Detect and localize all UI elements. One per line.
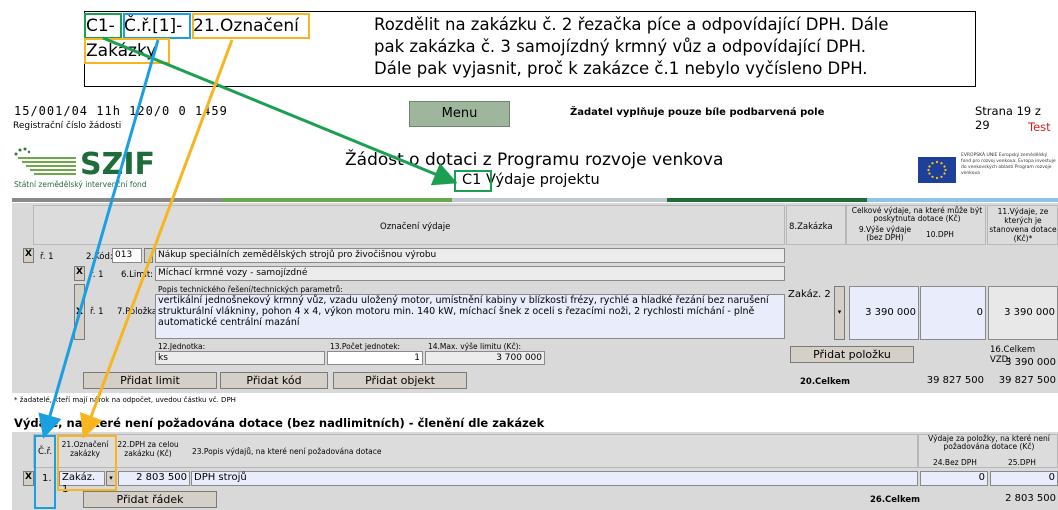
annotation-tag-c1: C1- [86,16,115,36]
limit-label: 6.Limit: [121,270,154,280]
add-item-button[interactable]: Přidat položku [790,346,914,363]
add-object-button[interactable]: Přidat objekt [333,372,467,389]
szif-logo-text: SZIF [80,147,156,182]
celkem26-label: 26.Celkem [870,495,921,505]
row-number: ř. 1 [40,252,54,262]
registration-label: Registrační číslo žádosti [13,121,122,131]
delete-row-button[interactable]: X [23,248,34,263]
celkem20-value-b: 39 827 500 [998,375,1056,386]
annotation-tag-zakazky: Zakázky [86,41,157,61]
delete-row-button[interactable]: X [23,471,34,486]
col-24-header: 24.Bez DPH [933,458,977,467]
add-limit-button[interactable]: Přidat limit [83,372,217,389]
col-25-header: 25.DPH [1008,458,1036,467]
bez-dph-input[interactable]: 0 [920,471,988,486]
test-label: Test [1028,120,1051,134]
szif-subtitle: Státní zemědělský intervenční fond [14,180,147,189]
col-21-header: 21.Označení zakázky [61,440,109,458]
annotation-note-line: Dále pak vyjasnit, proč k zakázce č.1 ne… [374,59,868,78]
polozka-label: 7.Položka [117,307,158,317]
annotation-tag-cr: Č.ř.[1]- [124,16,183,36]
tech-description-input[interactable]: vertikální jednošnekový krmný vůz, vzadu… [155,294,785,339]
popis-input[interactable]: DPH strojů [191,471,918,486]
col-22-header: 22.DPH za celou zakázku (Kč) [117,440,179,458]
kod-description: Nákup speciálních zemědělských strojů pr… [155,248,785,263]
col-11-header: 11.Výdaje, ze kterých je stanovena dotac… [989,207,1057,243]
col-oznaceni-header: Označení výdaje [380,222,451,232]
col-zakazka-header: 8.Zakázka [789,222,833,232]
row-number: ř. 1 [90,307,104,317]
vyse-input[interactable]: 3 390 000 [849,286,919,340]
color-band [12,198,1058,202]
row-number: ř. 1 [90,270,104,280]
eu-flag-icon [918,157,956,183]
col-cr-header: Č.ř. [38,447,53,457]
zakazka-dropdown-button[interactable]: ▾ [834,286,845,340]
page-subtitle: C1 Výdaje projektu [462,172,600,188]
col-celkove-header: Celkové výdaje, na které může být poskyt… [851,206,983,223]
dph-input[interactable]: 0 [990,471,1058,486]
col-vyse-header: 9.Výše výdaje (bez DPH) [858,225,912,242]
delete-item-button[interactable]: X [74,284,85,340]
pocet-input[interactable]: 1 [327,351,423,365]
page-title: Žádost o dotaci z Programu rozvoje venko… [345,150,724,170]
dph-input[interactable]: 0 [920,286,986,340]
kod-dropdown-button[interactable] [144,248,153,263]
dph-zakazka-input[interactable]: 2 803 500 [118,471,190,486]
limit-description: Míchací krmné vozy - samojízdné [155,266,785,281]
row-number: 1. [42,473,52,484]
jednotka-value: ks [155,351,325,365]
menu-button[interactable]: Menu [409,101,510,127]
kod-input[interactable]: 013 [112,248,142,263]
eu-text: EVROPSKÁ UNIE Evropský zemědělský fond p… [961,153,1056,176]
annotation-note-line: Rozdělit na zakázku č. 2 řezačka píce a … [374,15,889,34]
zakazka-dropdown-button[interactable]: ▾ [106,471,116,486]
annotation-tag-21: 21.Označení [193,16,299,36]
col-dph-header: 10.DPH [926,230,954,239]
szif-logo-icon [14,147,76,175]
footnote: * žadatelé, kteří mají nárok na odpočet,… [14,396,236,404]
annotation-note-line: pak zakázka č. 3 samojízdný krmný vůz a … [374,37,866,56]
celkem20-value-a: 39 827 500 [926,375,984,386]
col11-value: 3 390 000 [988,286,1058,340]
delete-limit-button[interactable]: X [74,266,85,281]
col-23-header: 23.Popis výdajů, na které není požadován… [192,447,382,456]
annotation-note: Rozdělit na zakázku č. 2 řezačka píce a … [374,14,964,80]
section-title: Výdaje, na které není požadována dotace … [14,416,545,430]
add-row-button[interactable]: Přidat řádek [83,491,217,508]
zakazka-select[interactable]: Zakáz. 1 [59,471,105,495]
add-code-button[interactable]: Přidat kód [220,372,328,389]
kod-label: 2.Kód: [86,252,113,262]
col-vydaje-header: Výdaje za položky, na které není požadov… [928,434,1050,451]
celkem-vzd-value: 3 390 000 [1005,357,1056,368]
zakazka-value: Zakáz. 2 [788,289,831,300]
registration-number: 15/001/04 11h 120/0 0 1459 [14,104,228,118]
max-value: 3 700 000 [425,351,545,365]
applicant-note: Žadatel vyplňuje pouze bíle podbarvená p… [570,107,825,118]
celkem26-value: 2 803 500 [1005,493,1056,504]
celkem20-label: 20.Celkem [800,377,851,387]
